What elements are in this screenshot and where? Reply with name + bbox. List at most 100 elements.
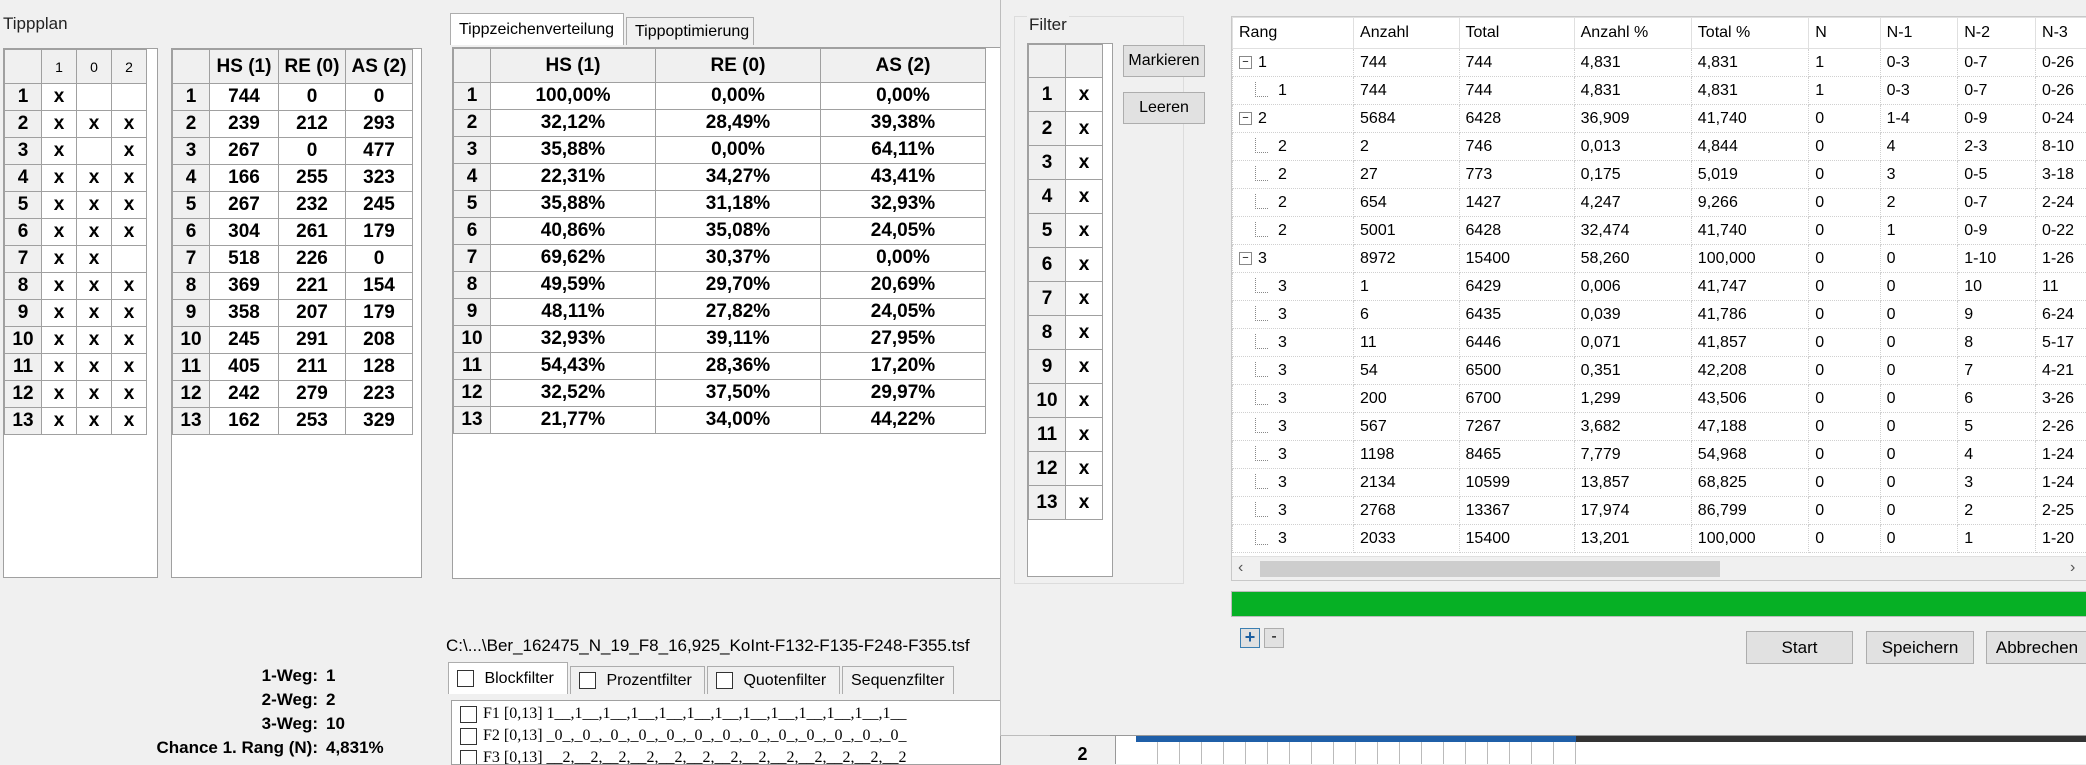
tree-col-header[interactable]: N-3	[2036, 18, 2086, 49]
filter-row-header[interactable]: 7	[1029, 282, 1066, 316]
tippplan-cell[interactable]: x	[42, 354, 77, 381]
filter-row-header[interactable]: 12	[1029, 452, 1066, 486]
tree-row[interactable]: 320331540013,201100,0000011-20	[1233, 525, 2086, 553]
tippplan-cell[interactable]: x	[112, 219, 147, 246]
filter-cell[interactable]: x	[1066, 214, 1103, 248]
tree-row[interactable]: 31164460,07141,8570085-17	[1233, 329, 2086, 357]
prozentfilter-checkbox[interactable]	[579, 672, 596, 689]
filter-list-item[interactable]: F2 [0,13] _0_,_0_,_0_,_0_,_0_,_0_,_0_,_0…	[452, 727, 1000, 749]
tab-tippoptimierung[interactable]: Tippoptimierung	[626, 17, 754, 45]
tree-row[interactable]: −389721540058,260100,000001-101-26	[1233, 245, 2086, 273]
filter-row-header[interactable]: 5	[1029, 214, 1066, 248]
tippplan-row-header[interactable]: 8	[5, 273, 42, 300]
tippplan-cell[interactable]	[77, 84, 112, 111]
tippplan-row-header[interactable]: 10	[5, 327, 42, 354]
tree-col-header[interactable]: Total %	[1691, 18, 1808, 49]
tippplan-cell[interactable]: x	[42, 327, 77, 354]
tippplan-row-header[interactable]: 6	[5, 219, 42, 246]
tippplan-row-header[interactable]: 13	[5, 408, 42, 435]
tippplan-cell[interactable]: x	[77, 273, 112, 300]
tippplan-cell[interactable]: x	[42, 192, 77, 219]
filter-item-checkbox[interactable]	[460, 728, 477, 745]
filter-row-header[interactable]: 13	[1029, 486, 1066, 520]
tippplan-cell[interactable]: x	[42, 165, 77, 192]
tippplan-cell[interactable]: x	[42, 300, 77, 327]
tippplan-row-header[interactable]: 1	[5, 84, 42, 111]
tippplan-row-header[interactable]: 4	[5, 165, 42, 192]
tree-row[interactable]: 17447444,8314,83110-30-70-26	[1233, 77, 2086, 105]
filter-row-header[interactable]: 2	[1029, 112, 1066, 146]
tree-row[interactable]: 227460,0134,844042-38-10	[1233, 133, 2086, 161]
tree-row[interactable]: 35465000,35142,2080074-21	[1233, 357, 2086, 385]
tree-col-header[interactable]: Rang	[1233, 18, 1354, 49]
tab-blockfilter[interactable]: Blockfilter	[448, 662, 568, 694]
tree-row[interactable]: −17447444,8314,83110-30-70-26	[1233, 49, 2086, 77]
filter-row-header[interactable]: 9	[1029, 350, 1066, 384]
tippplan-row-header[interactable]: 3	[5, 138, 42, 165]
tree-col-header[interactable]: N-1	[1880, 18, 1958, 49]
tippplan-cell[interactable]: x	[42, 408, 77, 435]
tippplan-cell[interactable]: x	[112, 300, 147, 327]
tippplan-row-header[interactable]: 12	[5, 381, 42, 408]
tree-row[interactable]: 3119884657,77954,9680041-24	[1233, 441, 2086, 469]
filter-cell[interactable]: x	[1066, 316, 1103, 350]
tree-row[interactable]: −25684642836,90941,74001-40-90-24	[1233, 105, 2086, 133]
tree-row[interactable]: 25001642832,47441,740010-90-22	[1233, 217, 2086, 245]
tippplan-cell[interactable]	[112, 246, 147, 273]
filter-row-header[interactable]: 6	[1029, 248, 1066, 282]
tippplan-cell[interactable]: x	[77, 219, 112, 246]
tippplan-col-header[interactable]: 1	[42, 50, 77, 84]
filter-row-header[interactable]: 4	[1029, 180, 1066, 214]
tippplan-cell[interactable]: x	[77, 246, 112, 273]
tippplan-cell[interactable]: x	[42, 219, 77, 246]
filter-cell[interactable]: x	[1066, 146, 1103, 180]
tippplan-row-header[interactable]: 2	[5, 111, 42, 138]
filter-row-header[interactable]: 8	[1029, 316, 1066, 350]
quotenfilter-checkbox[interactable]	[716, 672, 733, 689]
tree-row[interactable]: 321341059913,85768,8250031-24	[1233, 469, 2086, 497]
tippplan-cell[interactable]: x	[112, 111, 147, 138]
filter-cell[interactable]: x	[1066, 384, 1103, 418]
speichern-button[interactable]: Speichern	[1866, 631, 1974, 664]
tippplan-row-header[interactable]: 5	[5, 192, 42, 219]
collapse-node-icon[interactable]: −	[1239, 112, 1252, 125]
tippplan-cell[interactable]: x	[42, 246, 77, 273]
tab-tippzeichenverteilung[interactable]: Tippzeichenverteilung	[450, 13, 624, 45]
filter-cell[interactable]: x	[1066, 282, 1103, 316]
tippplan-cell[interactable]: x	[77, 192, 112, 219]
tree-row[interactable]: 3664350,03941,7860096-24	[1233, 301, 2086, 329]
blockfilter-checkbox[interactable]	[457, 670, 474, 687]
tippplan-cell[interactable]: x	[77, 111, 112, 138]
filter-list-item[interactable]: F1 [0,13] 1__,1__,1__,1__,1__,1__,1__,1_…	[452, 705, 1000, 727]
filter-col-header[interactable]	[1066, 45, 1103, 78]
tab-quotenfilter[interactable]: Quotenfilter	[707, 666, 840, 694]
tree-row[interactable]: 320067001,29943,5060063-26	[1233, 385, 2086, 413]
tree-row[interactable]: 356772673,68247,1880052-26	[1233, 413, 2086, 441]
tippplan-col-header[interactable]: 2	[112, 50, 147, 84]
tippplan-cell[interactable]	[112, 84, 147, 111]
tree-row[interactable]: 2277730,1755,019030-53-18	[1233, 161, 2086, 189]
filter-cell[interactable]: x	[1066, 452, 1103, 486]
leeren-button[interactable]: Leeren	[1123, 92, 1205, 124]
scroll-left-arrow-icon[interactable]: ‹	[1238, 559, 1243, 577]
tippplan-cell[interactable]: x	[42, 111, 77, 138]
tippplan-cell[interactable]: x	[77, 381, 112, 408]
tree-row[interactable]: 327681336717,97486,7990022-25	[1233, 497, 2086, 525]
tippplan-cell[interactable]: x	[77, 327, 112, 354]
filter-cell[interactable]: x	[1066, 350, 1103, 384]
filter-item-checkbox[interactable]	[460, 706, 477, 723]
filter-row-header[interactable]: 1	[1029, 78, 1066, 112]
tippplan-cell[interactable]: x	[112, 408, 147, 435]
scroll-right-arrow-icon[interactable]: ›	[2070, 559, 2075, 577]
collapse-all-button[interactable]: -	[1264, 628, 1284, 648]
markieren-button[interactable]: Markieren	[1123, 45, 1205, 77]
scrollbar-thumb[interactable]	[1260, 561, 1720, 577]
abbrechen-button[interactable]: Abbrechen	[1986, 631, 2086, 664]
tippplan-cell[interactable]: x	[112, 327, 147, 354]
tree-row[interactable]: 3164290,00641,747001011	[1233, 273, 2086, 301]
filter-cell[interactable]: x	[1066, 486, 1103, 520]
tippplan-row-header[interactable]: 7	[5, 246, 42, 273]
tippplan-cell[interactable]: x	[112, 192, 147, 219]
filter-cell[interactable]: x	[1066, 418, 1103, 452]
tree-col-header[interactable]: Total	[1459, 18, 1574, 49]
